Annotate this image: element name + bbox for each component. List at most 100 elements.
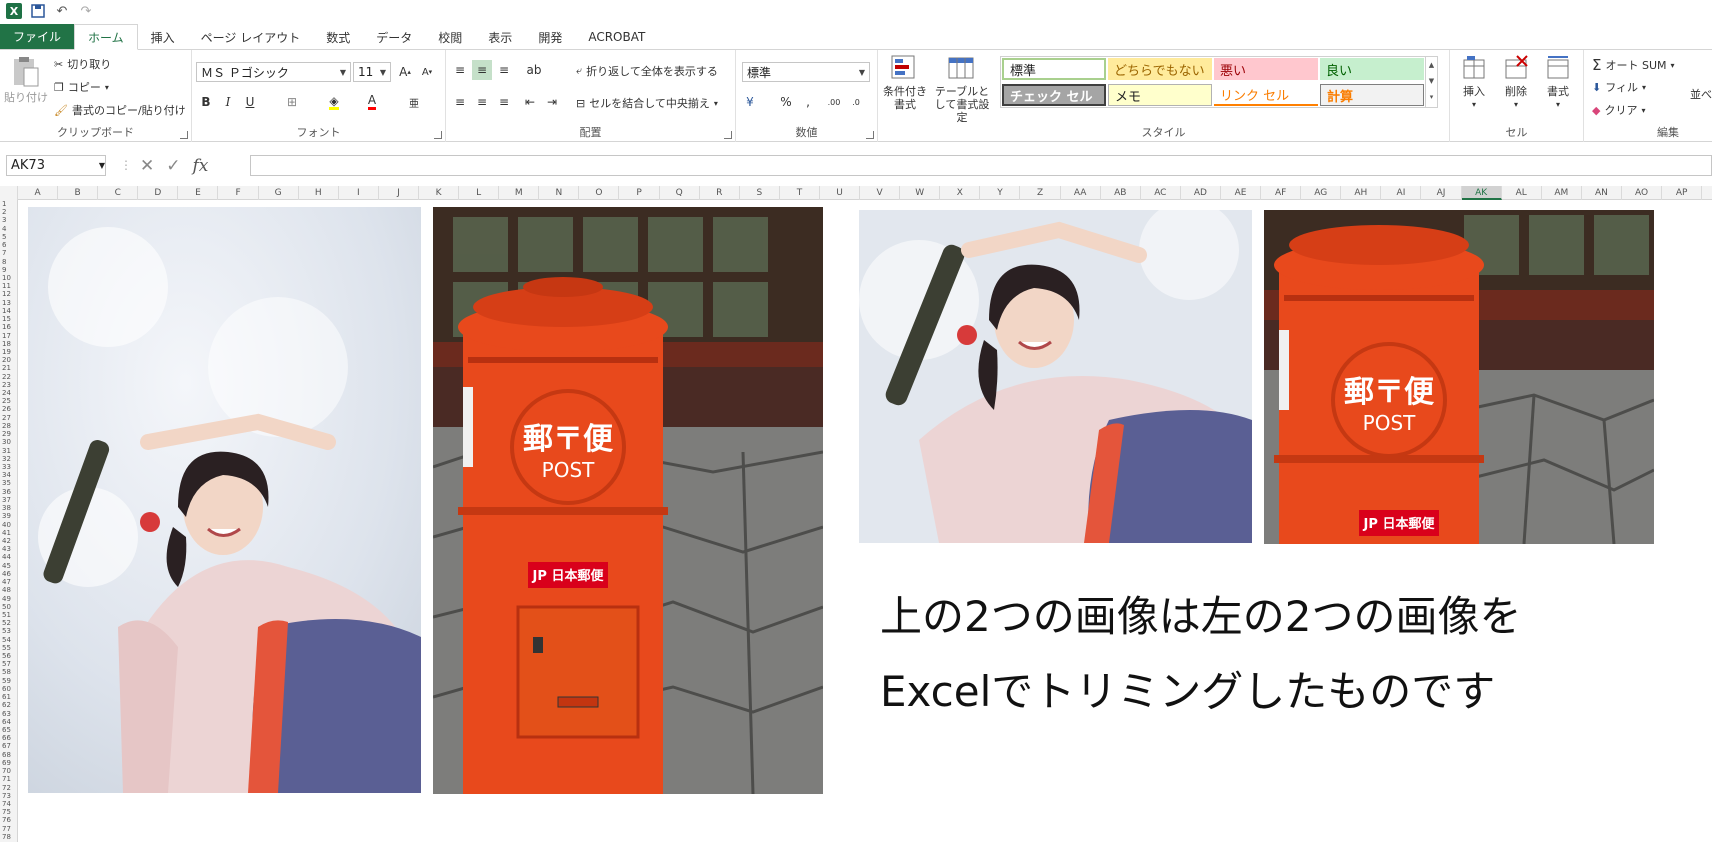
- phonetic-icon[interactable]: 亜: [404, 92, 424, 112]
- column-header[interactable]: Q: [660, 186, 700, 200]
- row-header[interactable]: 29: [0, 430, 17, 438]
- redo-icon[interactable]: ↷: [78, 3, 94, 19]
- column-header[interactable]: N: [539, 186, 580, 200]
- column-header[interactable]: K: [419, 186, 460, 200]
- column-header[interactable]: AB: [1101, 186, 1141, 200]
- align-bottom-icon[interactable]: ≡: [494, 60, 514, 80]
- row-header[interactable]: 11: [0, 282, 17, 290]
- tab-formulas[interactable]: 数式: [313, 25, 363, 49]
- row-header[interactable]: 13: [0, 299, 17, 307]
- delete-cells-button[interactable]: 削除 ▾: [1496, 54, 1536, 111]
- column-header[interactable]: A: [18, 186, 59, 200]
- font-size-select[interactable]: 11 ▼: [353, 62, 391, 82]
- tab-acrobat[interactable]: ACROBAT: [575, 25, 658, 49]
- row-header[interactable]: 37: [0, 496, 17, 504]
- row-header[interactable]: 17: [0, 332, 17, 340]
- format-as-table-button[interactable]: テーブルとして書式設定: [930, 54, 994, 124]
- column-header[interactable]: H: [299, 186, 339, 200]
- row-header[interactable]: 20: [0, 356, 17, 364]
- style-neutral[interactable]: どちらでもない: [1108, 58, 1212, 80]
- style-normal[interactable]: 標準: [1002, 58, 1106, 80]
- column-header[interactable]: B: [58, 186, 99, 200]
- row-header[interactable]: 23: [0, 381, 17, 389]
- tab-page-layout[interactable]: ページ レイアウト: [188, 25, 314, 49]
- decrease-decimal-icon[interactable]: .0: [846, 92, 866, 112]
- row-header[interactable]: 44: [0, 553, 17, 561]
- row-header[interactable]: 68: [0, 751, 17, 759]
- row-header[interactable]: 5: [0, 233, 17, 241]
- row-header[interactable]: 48: [0, 586, 17, 594]
- column-header[interactable]: AI: [1381, 186, 1422, 200]
- row-header[interactable]: 26: [0, 405, 17, 413]
- border-icon[interactable]: ⊞: [282, 92, 302, 112]
- row-header[interactable]: 42: [0, 537, 17, 545]
- row-header[interactable]: 53: [0, 627, 17, 635]
- tab-data[interactable]: データ: [363, 25, 425, 49]
- column-header[interactable]: R: [700, 186, 740, 200]
- row-header[interactable]: 77: [0, 825, 17, 833]
- row-header[interactable]: 2: [0, 208, 17, 216]
- align-right-icon[interactable]: ≡: [494, 92, 514, 112]
- name-box[interactable]: AK73 ▼: [6, 155, 106, 176]
- column-header[interactable]: AC: [1141, 186, 1181, 200]
- number-format-select[interactable]: 標準 ▼: [742, 62, 870, 82]
- row-header[interactable]: 61: [0, 693, 17, 701]
- percent-icon[interactable]: %: [776, 92, 796, 112]
- row-header[interactable]: 65: [0, 726, 17, 734]
- column-header[interactable]: L: [459, 186, 500, 200]
- row-header[interactable]: 16: [0, 323, 17, 331]
- row-header[interactable]: 3: [0, 216, 17, 224]
- column-header[interactable]: E: [178, 186, 219, 200]
- column-header[interactable]: AJ: [1422, 186, 1462, 200]
- row-header[interactable]: 76: [0, 816, 17, 824]
- row-header[interactable]: 64: [0, 718, 17, 726]
- grow-font-icon[interactable]: A ▴: [395, 62, 415, 82]
- row-header[interactable]: 31: [0, 447, 17, 455]
- fill-color-icon[interactable]: ◈: [324, 92, 344, 112]
- shrink-font-icon[interactable]: A ▾: [417, 62, 437, 82]
- column-header[interactable]: Z: [1021, 186, 1061, 200]
- row-header[interactable]: 22: [0, 373, 17, 381]
- enter-icon[interactable]: ✓: [166, 156, 180, 176]
- column-header[interactable]: S: [740, 186, 780, 200]
- row-header[interactable]: 15: [0, 315, 17, 323]
- row-header[interactable]: 58: [0, 668, 17, 676]
- column-header[interactable]: M: [499, 186, 540, 200]
- row-header[interactable]: 12: [0, 290, 17, 298]
- style-linked-cell[interactable]: リンク セル: [1214, 84, 1318, 106]
- tab-view[interactable]: 表示: [475, 25, 525, 49]
- currency-icon[interactable]: ¥: [740, 92, 760, 112]
- paste-button[interactable]: 貼り付け: [4, 56, 48, 104]
- row-header[interactable]: 34: [0, 471, 17, 479]
- increase-decimal-icon[interactable]: .00: [824, 92, 844, 112]
- insert-function-icon[interactable]: fx: [193, 156, 209, 176]
- column-header[interactable]: C: [98, 186, 139, 200]
- column-header[interactable]: O: [579, 186, 620, 200]
- column-header[interactable]: X: [940, 186, 981, 200]
- column-header[interactable]: I: [339, 186, 379, 200]
- select-all-corner[interactable]: [0, 186, 18, 200]
- style-calculation[interactable]: 計算: [1320, 84, 1424, 106]
- align-center-icon[interactable]: ≡: [472, 92, 492, 112]
- column-header[interactable]: AD: [1181, 186, 1221, 200]
- row-header[interactable]: 24: [0, 389, 17, 397]
- formula-input[interactable]: [250, 155, 1712, 176]
- clear-button[interactable]: ◆ クリア ▾: [1592, 102, 1645, 118]
- row-header[interactable]: 78: [0, 833, 17, 841]
- row-header[interactable]: 74: [0, 800, 17, 808]
- row-header[interactable]: 50: [0, 603, 17, 611]
- row-header[interactable]: 1: [0, 200, 17, 208]
- save-icon[interactable]: [30, 3, 46, 19]
- dialog-launcher-icon[interactable]: [434, 131, 442, 139]
- column-header[interactable]: AF: [1261, 186, 1302, 200]
- row-header[interactable]: 59: [0, 677, 17, 685]
- style-check-cell[interactable]: チェック セル: [1002, 84, 1106, 106]
- autosum-button[interactable]: Σ オート SUM ▾: [1592, 56, 1675, 74]
- row-header[interactable]: 28: [0, 422, 17, 430]
- column-header[interactable]: AE: [1221, 186, 1262, 200]
- row-header[interactable]: 73: [0, 792, 17, 800]
- worksheet-grid[interactable]: 郵〒便 POST JP 日本郵便 郵〒便 POST JP 日本郵便 上の2つの画…: [18, 200, 1712, 842]
- row-header[interactable]: 62: [0, 701, 17, 709]
- column-header[interactable]: G: [259, 186, 299, 200]
- column-header[interactable]: J: [379, 186, 419, 200]
